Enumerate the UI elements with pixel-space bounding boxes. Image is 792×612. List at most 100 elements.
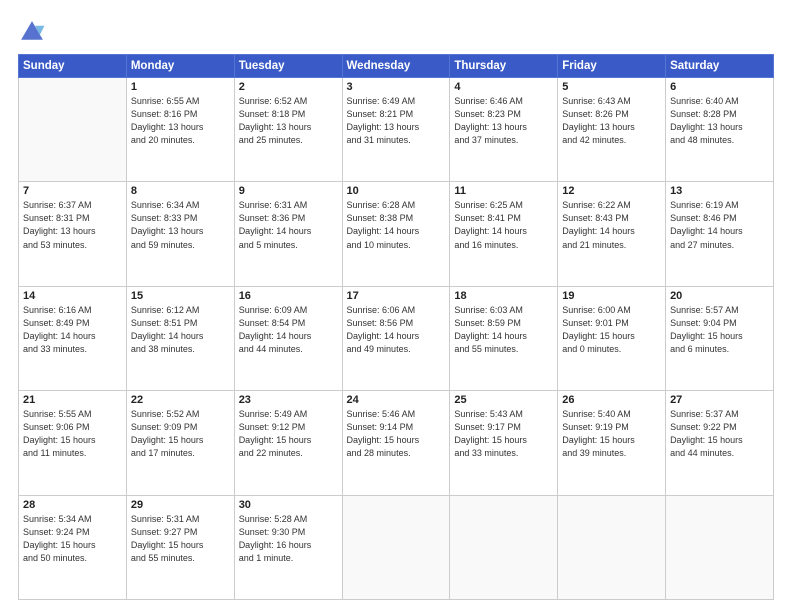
day-info: Sunrise: 5:34 AM Sunset: 9:24 PM Dayligh… xyxy=(23,513,122,565)
day-info: Sunrise: 5:37 AM Sunset: 9:22 PM Dayligh… xyxy=(670,408,769,460)
day-info: Sunrise: 6:22 AM Sunset: 8:43 PM Dayligh… xyxy=(562,199,661,251)
logo xyxy=(18,18,50,46)
day-info: Sunrise: 5:52 AM Sunset: 9:09 PM Dayligh… xyxy=(131,408,230,460)
calendar-header-tuesday: Tuesday xyxy=(234,55,342,78)
calendar-header-row: SundayMondayTuesdayWednesdayThursdayFrid… xyxy=(19,55,774,78)
calendar-header-sunday: Sunday xyxy=(19,55,127,78)
day-info: Sunrise: 5:55 AM Sunset: 9:06 PM Dayligh… xyxy=(23,408,122,460)
day-number: 14 xyxy=(23,290,122,302)
day-info: Sunrise: 5:40 AM Sunset: 9:19 PM Dayligh… xyxy=(562,408,661,460)
calendar-cell: 24 Sunrise: 5:46 AM Sunset: 9:14 PM Dayli… xyxy=(342,391,450,495)
day-number: 25 xyxy=(454,394,553,406)
calendar-cell: 15 Sunrise: 6:12 AM Sunset: 8:51 PM Dayli… xyxy=(126,286,234,390)
calendar-cell: 7 Sunrise: 6:37 AM Sunset: 8:31 PM Daylig… xyxy=(19,182,127,286)
calendar-cell: 20 Sunrise: 5:57 AM Sunset: 9:04 PM Dayli… xyxy=(666,286,774,390)
day-number: 20 xyxy=(670,290,769,302)
day-info: Sunrise: 6:06 AM Sunset: 8:56 PM Dayligh… xyxy=(347,304,446,356)
day-number: 1 xyxy=(131,81,230,93)
day-number: 23 xyxy=(239,394,338,406)
page: SundayMondayTuesdayWednesdayThursdayFrid… xyxy=(0,0,792,612)
day-number: 17 xyxy=(347,290,446,302)
day-number: 11 xyxy=(454,185,553,197)
day-number: 28 xyxy=(23,499,122,511)
day-info: Sunrise: 6:31 AM Sunset: 8:36 PM Dayligh… xyxy=(239,199,338,251)
day-info: Sunrise: 6:43 AM Sunset: 8:26 PM Dayligh… xyxy=(562,95,661,147)
day-info: Sunrise: 6:52 AM Sunset: 8:18 PM Dayligh… xyxy=(239,95,338,147)
day-number: 6 xyxy=(670,81,769,93)
calendar-cell: 21 Sunrise: 5:55 AM Sunset: 9:06 PM Dayli… xyxy=(19,391,127,495)
calendar-week-row: 1 Sunrise: 6:55 AM Sunset: 8:16 PM Daylig… xyxy=(19,78,774,182)
calendar-header-thursday: Thursday xyxy=(450,55,558,78)
calendar-cell: 19Sunrise: 6:00 AM Sunset: 9:01 PM Dayli… xyxy=(558,286,666,390)
header xyxy=(18,18,774,46)
day-number: 16 xyxy=(239,290,338,302)
day-info: Sunrise: 6:37 AM Sunset: 8:31 PM Dayligh… xyxy=(23,199,122,251)
day-info: Sunrise: 6:28 AM Sunset: 8:38 PM Dayligh… xyxy=(347,199,446,251)
day-info: Sunrise: 5:57 AM Sunset: 9:04 PM Dayligh… xyxy=(670,304,769,356)
calendar-week-row: 7 Sunrise: 6:37 AM Sunset: 8:31 PM Daylig… xyxy=(19,182,774,286)
day-number: 10 xyxy=(347,185,446,197)
calendar-header-friday: Friday xyxy=(558,55,666,78)
calendar-cell: 12 Sunrise: 6:22 AM Sunset: 8:43 PM Dayli… xyxy=(558,182,666,286)
day-info: Sunrise: 6:49 AM Sunset: 8:21 PM Dayligh… xyxy=(347,95,446,147)
calendar-cell: 28 Sunrise: 5:34 AM Sunset: 9:24 PM Dayli… xyxy=(19,495,127,599)
calendar-cell: 5 Sunrise: 6:43 AM Sunset: 8:26 PM Daylig… xyxy=(558,78,666,182)
calendar-cell: 17 Sunrise: 6:06 AM Sunset: 8:56 PM Dayli… xyxy=(342,286,450,390)
calendar-cell: 13Sunrise: 6:19 AM Sunset: 8:46 PM Dayli… xyxy=(666,182,774,286)
day-info: Sunrise: 5:31 AM Sunset: 9:27 PM Dayligh… xyxy=(131,513,230,565)
day-info: Sunrise: 6:09 AM Sunset: 8:54 PM Dayligh… xyxy=(239,304,338,356)
day-number: 29 xyxy=(131,499,230,511)
day-info: Sunrise: 6:46 AM Sunset: 8:23 PM Dayligh… xyxy=(454,95,553,147)
calendar-cell xyxy=(342,495,450,599)
day-info: Sunrise: 5:43 AM Sunset: 9:17 PM Dayligh… xyxy=(454,408,553,460)
day-info: Sunrise: 6:55 AM Sunset: 8:16 PM Dayligh… xyxy=(131,95,230,147)
day-info: Sunrise: 5:49 AM Sunset: 9:12 PM Dayligh… xyxy=(239,408,338,460)
day-number: 24 xyxy=(347,394,446,406)
calendar-cell: 8 Sunrise: 6:34 AM Sunset: 8:33 PM Daylig… xyxy=(126,182,234,286)
calendar-cell: 6 Sunrise: 6:40 AM Sunset: 8:28 PM Daylig… xyxy=(666,78,774,182)
calendar-cell xyxy=(19,78,127,182)
day-info: Sunrise: 6:03 AM Sunset: 8:59 PM Dayligh… xyxy=(454,304,553,356)
day-number: 4 xyxy=(454,81,553,93)
day-info: Sunrise: 6:19 AM Sunset: 8:46 PM Dayligh… xyxy=(670,199,769,251)
day-number: 5 xyxy=(562,81,661,93)
calendar-cell: 23 Sunrise: 5:49 AM Sunset: 9:12 PM Dayli… xyxy=(234,391,342,495)
day-info: Sunrise: 6:12 AM Sunset: 8:51 PM Dayligh… xyxy=(131,304,230,356)
calendar-header-wednesday: Wednesday xyxy=(342,55,450,78)
logo-icon xyxy=(18,18,46,46)
day-number: 9 xyxy=(239,185,338,197)
day-number: 8 xyxy=(131,185,230,197)
calendar-cell: 25 Sunrise: 5:43 AM Sunset: 9:17 PM Dayli… xyxy=(450,391,558,495)
day-number: 18 xyxy=(454,290,553,302)
day-number: 19 xyxy=(562,290,661,302)
day-number: 30 xyxy=(239,499,338,511)
day-info: Sunrise: 5:28 AM Sunset: 9:30 PM Dayligh… xyxy=(239,513,338,565)
day-number: 15 xyxy=(131,290,230,302)
calendar-cell: 10 Sunrise: 6:28 AM Sunset: 8:38 PM Dayli… xyxy=(342,182,450,286)
calendar-week-row: 28 Sunrise: 5:34 AM Sunset: 9:24 PM Dayli… xyxy=(19,495,774,599)
calendar-cell: 27Sunrise: 5:37 AM Sunset: 9:22 PM Dayli… xyxy=(666,391,774,495)
day-number: 26 xyxy=(562,394,661,406)
day-number: 21 xyxy=(23,394,122,406)
day-number: 22 xyxy=(131,394,230,406)
calendar-cell xyxy=(450,495,558,599)
day-info: Sunrise: 5:46 AM Sunset: 9:14 PM Dayligh… xyxy=(347,408,446,460)
calendar-week-row: 14Sunrise: 6:16 AM Sunset: 8:49 PM Dayli… xyxy=(19,286,774,390)
calendar-cell: 18 Sunrise: 6:03 AM Sunset: 8:59 PM Dayli… xyxy=(450,286,558,390)
day-number: 2 xyxy=(239,81,338,93)
calendar-cell: 11 Sunrise: 6:25 AM Sunset: 8:41 PM Dayli… xyxy=(450,182,558,286)
calendar-cell: 16 Sunrise: 6:09 AM Sunset: 8:54 PM Dayli… xyxy=(234,286,342,390)
day-number: 12 xyxy=(562,185,661,197)
calendar-cell: 9 Sunrise: 6:31 AM Sunset: 8:36 PM Daylig… xyxy=(234,182,342,286)
calendar-cell: 2 Sunrise: 6:52 AM Sunset: 8:18 PM Daylig… xyxy=(234,78,342,182)
day-number: 7 xyxy=(23,185,122,197)
calendar-cell: 22 Sunrise: 5:52 AM Sunset: 9:09 PM Dayli… xyxy=(126,391,234,495)
day-info: Sunrise: 6:25 AM Sunset: 8:41 PM Dayligh… xyxy=(454,199,553,251)
calendar-cell: 26 Sunrise: 5:40 AM Sunset: 9:19 PM Dayli… xyxy=(558,391,666,495)
calendar-week-row: 21 Sunrise: 5:55 AM Sunset: 9:06 PM Dayli… xyxy=(19,391,774,495)
day-info: Sunrise: 6:40 AM Sunset: 8:28 PM Dayligh… xyxy=(670,95,769,147)
day-info: Sunrise: 6:34 AM Sunset: 8:33 PM Dayligh… xyxy=(131,199,230,251)
day-number: 3 xyxy=(347,81,446,93)
calendar: SundayMondayTuesdayWednesdayThursdayFrid… xyxy=(18,54,774,600)
calendar-header-saturday: Saturday xyxy=(666,55,774,78)
